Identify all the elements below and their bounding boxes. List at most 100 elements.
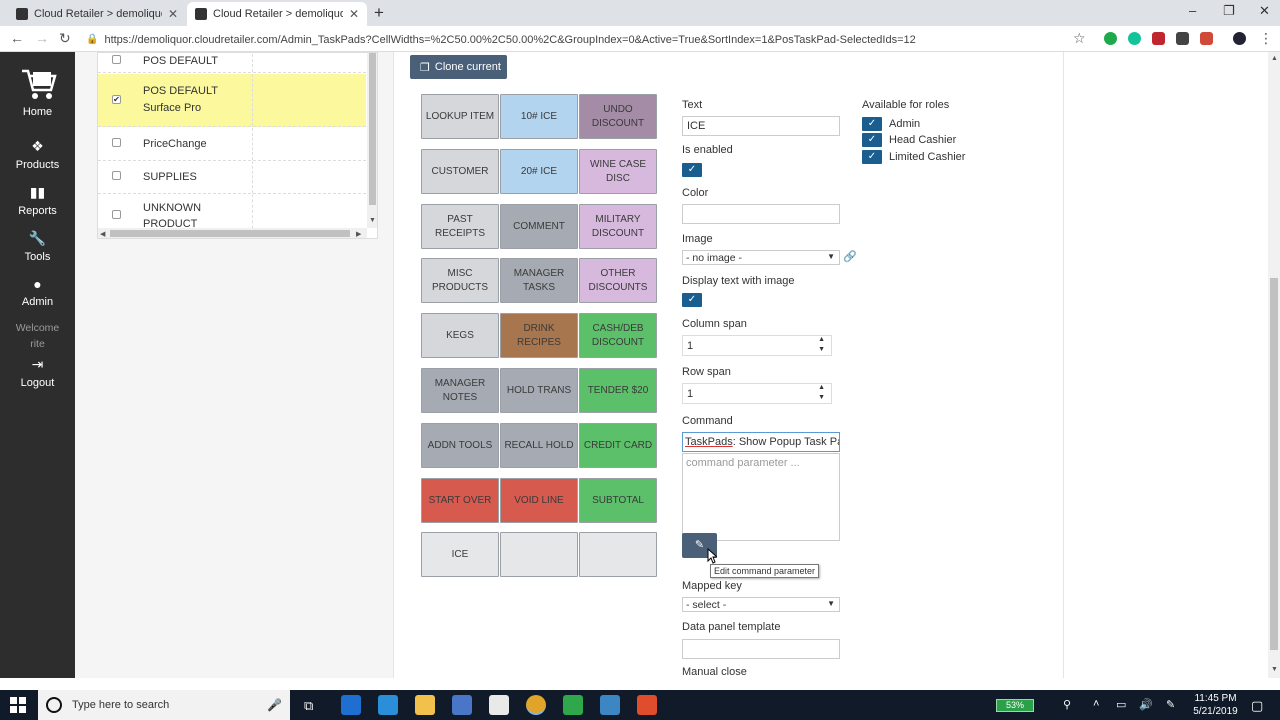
browser-tab[interactable]: Cloud Retailer > demoliquor > Ta ✕ <box>8 2 186 26</box>
pos-key-button[interactable]: 10# ICE <box>500 94 578 139</box>
pos-key-button[interactable]: DRINK RECIPES <box>500 313 578 358</box>
url-field[interactable]: 🔒 https://demoliquor.cloudretailer.com/A… <box>86 30 1096 49</box>
increment-icon[interactable]: ▲ <box>818 336 825 343</box>
scroll-up-icon[interactable]: ▲ <box>1271 55 1278 62</box>
role-admin[interactable]: ✓ Admin <box>862 117 920 131</box>
sidebar-item-logout[interactable]: ⇥ Logout <box>0 356 75 389</box>
menu-dots-icon[interactable]: ⋮ <box>1259 30 1273 47</box>
pos-key-button[interactable]: CUSTOMER <box>421 149 499 194</box>
text-input[interactable]: ICE <box>682 116 840 136</box>
battery-indicator[interactable]: 53% <box>996 699 1034 712</box>
enabled-checkbox[interactable]: ✓ <box>682 163 702 177</box>
row-span-stepper[interactable]: 1 ▲ ▼ <box>682 383 832 404</box>
sidebar-item-home[interactable]: Home <box>0 66 75 118</box>
pos-key-button[interactable]: SUBTOTAL <box>579 478 657 523</box>
list-item[interactable]: SUPPLIES <box>98 161 366 194</box>
pos-key-button[interactable]: MANAGER NOTES <box>421 368 499 413</box>
pos-key-button[interactable] <box>500 532 578 577</box>
row-checkbox[interactable] <box>112 55 121 64</box>
row-checkbox[interactable] <box>112 210 121 219</box>
scrollbar-thumb[interactable] <box>110 230 350 237</box>
close-tab-icon[interactable]: ✕ <box>168 7 178 21</box>
camtasia-icon[interactable] <box>563 695 583 715</box>
scrollbar-thumb[interactable] <box>1270 278 1278 650</box>
ublock-icon[interactable] <box>1152 32 1165 45</box>
sidebar-item-products[interactable]: ❖ Products <box>0 138 75 171</box>
role-checkbox[interactable]: ✓ <box>862 150 882 164</box>
new-tab-button[interactable]: + <box>374 3 384 23</box>
extension-icon[interactable] <box>1200 32 1213 45</box>
file-explorer-icon[interactable] <box>415 695 435 715</box>
browser-tab-active[interactable]: Cloud Retailer > demoliquor > Ta ✕ <box>187 2 367 26</box>
battery-icon[interactable]: ▭ <box>1116 698 1126 711</box>
app-icon[interactable] <box>600 695 620 715</box>
clone-current-button[interactable]: ❐ Clone current <box>410 55 507 79</box>
grammarly-icon[interactable] <box>1128 32 1141 45</box>
bookmark-star-icon[interactable]: ☆ <box>1073 30 1086 47</box>
pos-key-button[interactable]: VOID LINE <box>500 478 578 523</box>
pos-key-button[interactable]: LOOKUP ITEM <box>421 94 499 139</box>
list-vertical-scrollbar[interactable]: ▼ <box>367 53 377 228</box>
taskbar-search[interactable]: Type here to search 🎤 <box>38 690 290 720</box>
column-span-stepper[interactable]: 1 ▲ ▼ <box>682 335 832 356</box>
edge-icon[interactable] <box>341 695 361 715</box>
ie-icon[interactable] <box>378 695 398 715</box>
pos-key-button[interactable]: HOLD TRANS <box>500 368 578 413</box>
microphone-icon[interactable]: 🎤 <box>267 698 282 712</box>
pos-key-button[interactable]: KEGS <box>421 313 499 358</box>
chrome-icon[interactable] <box>526 695 546 715</box>
close-window-icon[interactable]: ✕ <box>1259 3 1270 19</box>
pos-key-button[interactable]: MANAGER TASKS <box>500 258 578 303</box>
pos-key-button[interactable]: ICE <box>421 532 499 577</box>
decrement-icon[interactable]: ▼ <box>818 346 825 353</box>
pos-key-button[interactable]: MISC PRODUCTS <box>421 258 499 303</box>
task-view-icon[interactable]: ⧉ <box>304 698 313 714</box>
chevron-up-icon[interactable]: ˄ <box>1093 698 1099 710</box>
forward-arrow-icon[interactable]: → <box>35 30 49 46</box>
sidebar-item-admin[interactable]: ● Admin <box>0 276 75 308</box>
command-parameter-textarea[interactable]: command parameter ... <box>682 453 840 541</box>
pos-key-button[interactable]: START OVER <box>421 478 499 523</box>
scrollbar-thumb[interactable] <box>369 53 376 205</box>
app-icon[interactable] <box>637 695 657 715</box>
pos-key-button[interactable]: COMMENT <box>500 204 578 249</box>
scroll-down-icon[interactable]: ▼ <box>1271 666 1278 673</box>
increment-icon[interactable]: ▲ <box>818 384 825 391</box>
people-icon[interactable]: ⚲ <box>1063 698 1071 711</box>
decrement-icon[interactable]: ▼ <box>818 394 825 401</box>
role-head-cashier[interactable]: ✓ Head Cashier <box>862 133 956 147</box>
pos-key-button[interactable] <box>579 532 657 577</box>
mail-icon[interactable] <box>489 695 509 715</box>
pos-key-button[interactable]: TENDER $20 <box>579 368 657 413</box>
pos-key-button[interactable]: CASH/DEB DISCOUNT <box>579 313 657 358</box>
scroll-down-icon[interactable]: ▼ <box>369 217 376 224</box>
pos-key-button[interactable]: ADDN TOOLS <box>421 423 499 468</box>
volume-icon[interactable]: 🔊 <box>1139 698 1153 711</box>
notifications-icon[interactable]: ▢ <box>1251 698 1263 714</box>
data-panel-input[interactable] <box>682 639 840 659</box>
role-checkbox[interactable]: ✓ <box>862 117 882 131</box>
row-checkbox[interactable] <box>112 171 121 180</box>
link-icon[interactable]: 🔗 <box>843 250 857 263</box>
command-input[interactable]: TaskPads: Show Popup Task Pad <box>682 432 840 452</box>
pos-key-button[interactable]: 20# ICE <box>500 149 578 194</box>
role-limited-cashier[interactable]: ✓ Limited Cashier <box>862 150 965 164</box>
pos-key-button[interactable]: UNDO DISCOUNT <box>579 94 657 139</box>
mapped-key-select[interactable]: - select - ▼ <box>682 597 840 612</box>
extension-icon[interactable] <box>1176 32 1189 45</box>
back-arrow-icon[interactable]: ← <box>10 30 24 46</box>
minimize-icon[interactable]: – <box>1189 3 1196 18</box>
role-checkbox[interactable]: ✓ <box>862 133 882 147</box>
sidebar-item-reports[interactable]: ▮▮ Reports <box>0 184 75 217</box>
extension-icon[interactable] <box>1104 32 1117 45</box>
list-horizontal-scrollbar[interactable]: ◀ ▶ <box>98 228 367 238</box>
color-input[interactable] <box>682 204 840 224</box>
pen-icon[interactable]: ✎ <box>1166 698 1175 711</box>
row-checkbox[interactable] <box>112 138 121 147</box>
list-item-selected[interactable]: ✔ POS DEFAULT Surface Pro <box>98 74 366 127</box>
maximize-icon[interactable]: ❐ <box>1223 3 1235 19</box>
profile-avatar[interactable] <box>1233 32 1246 45</box>
display-text-checkbox[interactable]: ✓ <box>682 293 702 307</box>
close-tab-icon[interactable]: ✕ <box>349 7 359 21</box>
pos-key-button[interactable]: RECALL HOLD <box>500 423 578 468</box>
